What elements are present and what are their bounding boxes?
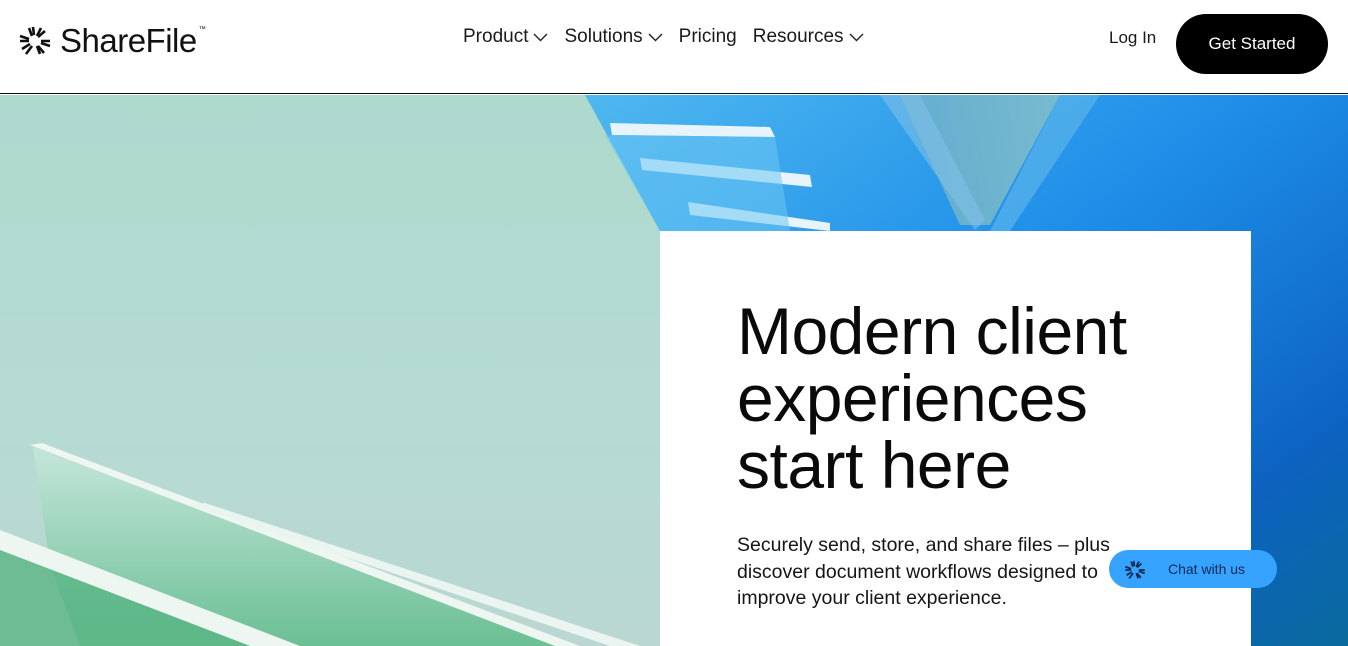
chat-with-us-button[interactable]: Chat with us xyxy=(1109,550,1277,588)
nav-item-label: Solutions xyxy=(564,26,643,47)
login-link[interactable]: Log In xyxy=(1109,28,1156,48)
chevron-down-icon xyxy=(648,33,663,41)
site-header: ShareFile ™ Product Solutions Pricing Re… xyxy=(0,0,1348,94)
chevron-down-icon xyxy=(849,33,864,41)
sharefile-burst-icon xyxy=(1125,560,1145,579)
sharefile-logo[interactable]: ShareFile ™ xyxy=(18,22,212,60)
hero-headline: Modern client experiences start here xyxy=(737,294,1127,502)
sharefile-burst-icon xyxy=(19,26,51,55)
chevron-down-icon xyxy=(533,33,548,41)
brand-name: ShareFile xyxy=(60,22,197,59)
nav-item-pricing[interactable]: Pricing xyxy=(679,26,737,48)
get-started-button[interactable]: Get Started xyxy=(1176,14,1328,74)
nav-item-resources[interactable]: Resources xyxy=(753,26,864,48)
nav-item-product[interactable]: Product xyxy=(463,26,548,48)
nav-item-label: Resources xyxy=(752,26,844,47)
trademark: ™ xyxy=(198,25,206,33)
nav-item-solutions[interactable]: Solutions xyxy=(564,26,663,48)
nav-item-label: Product xyxy=(463,26,529,47)
nav-item-label: Pricing xyxy=(678,26,737,47)
main-nav: Product Solutions Pricing Resources xyxy=(463,26,864,48)
hero-subtext: Securely send, store, and share files – … xyxy=(737,534,1110,609)
chat-label: Chat with us xyxy=(1168,561,1246,577)
